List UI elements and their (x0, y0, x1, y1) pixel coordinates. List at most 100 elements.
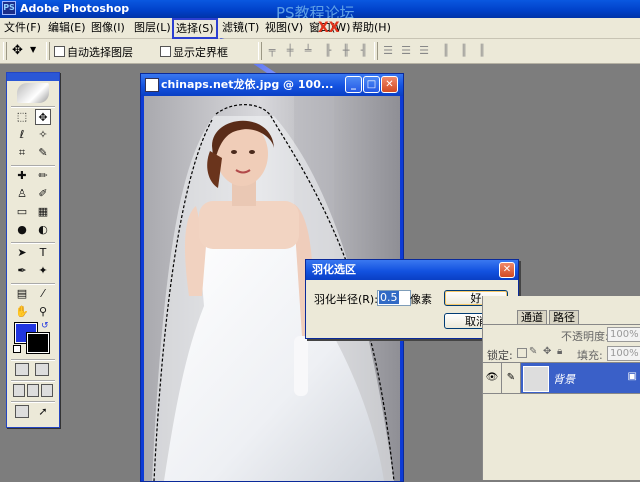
photoshop-logo-icon: PS (2, 1, 16, 15)
full-screen-mode-icon[interactable] (41, 384, 53, 397)
distribute-hcenter-icon[interactable]: ║ (458, 45, 470, 57)
background-color-swatch[interactable] (26, 332, 50, 354)
lock-label: 锁定: (487, 349, 513, 362)
toolbox-header[interactable] (7, 73, 59, 81)
slice-tool-icon[interactable]: ✎ (35, 145, 51, 161)
healing-brush-tool-icon[interactable]: ✚ (14, 168, 30, 184)
blur-tool-icon[interactable]: ● (14, 222, 30, 238)
dialog-close-button[interactable]: ✕ (499, 262, 515, 278)
options-separator (46, 42, 50, 60)
tab-paths[interactable]: 路径 (549, 310, 579, 325)
menu-file[interactable]: 文件(F) (4, 21, 41, 35)
photoshop-feather-icon (17, 83, 49, 103)
type-tool-icon[interactable]: T (35, 245, 51, 261)
menu-edit[interactable]: 编辑(E) (48, 21, 86, 35)
align-right-icon[interactable]: ╢ (358, 45, 370, 57)
minimize-button[interactable]: _ (345, 76, 362, 93)
fill-label: 填充: (577, 349, 603, 362)
marquee-tool-icon[interactable]: ⬚ (14, 109, 30, 125)
gradient-tool-icon[interactable]: ▦ (35, 204, 51, 220)
edit-in-imageready-icon[interactable] (15, 405, 29, 418)
pen-tool-icon[interactable]: ✒ (14, 263, 30, 279)
toolbox-divider (11, 106, 55, 108)
menu-image[interactable]: 图像(I) (91, 21, 125, 35)
maximize-button[interactable]: □ (363, 76, 380, 93)
toolbox-divider (11, 359, 55, 361)
quick-mask-mode-icon[interactable] (35, 363, 49, 376)
lock-row: 锁定: ✎ ✥ 🔒︎ 填充: 100% (483, 346, 640, 362)
toolbox-divider (11, 242, 55, 244)
lock-all-icon[interactable]: 🔒︎ (557, 346, 562, 357)
brush-tool-icon[interactable]: ✏ (35, 168, 51, 184)
align-vcenter-icon[interactable]: ╪ (284, 45, 296, 57)
show-bounds-checkbox[interactable] (160, 46, 171, 57)
move-tool-icon[interactable]: ✥ (12, 43, 23, 58)
show-bounds-label: 显示定界框 (173, 46, 228, 59)
close-button[interactable]: ✕ (381, 76, 398, 93)
distribute-left-icon[interactable]: ║ (440, 45, 452, 57)
swap-colors-icon[interactable]: ↺ (41, 321, 49, 331)
document-title-bar[interactable]: chinaps.net龙依.jpg @ 100... _ □ ✕ (141, 74, 403, 96)
feather-radius-input[interactable]: 0.5 (377, 290, 411, 306)
shape-tool-icon[interactable]: ✦ (35, 263, 51, 279)
menu-help[interactable]: 帮助(H) (352, 21, 391, 35)
auto-select-checkbox[interactable] (54, 46, 65, 57)
toolbox-divider (11, 283, 55, 285)
align-top-icon[interactable]: ╤ (266, 45, 278, 57)
jump-to-imageready-icon[interactable]: ➚ (35, 404, 51, 420)
lock-image-icon[interactable]: ✎ (529, 346, 537, 357)
distribute-bottom-icon[interactable]: ☰ (418, 45, 430, 57)
dodge-tool-icon[interactable]: ◐ (35, 222, 51, 238)
align-hcenter-icon[interactable]: ╫ (340, 45, 352, 57)
feather-radius-label: 羽化半径(R): (314, 293, 378, 306)
tab-channels[interactable]: 通道 (517, 310, 547, 325)
dialog-title-bar[interactable]: 羽化选区 ✕ (306, 260, 518, 280)
hand-tool-icon[interactable]: ✋ (14, 304, 30, 320)
menu-layer[interactable]: 图层(L) (134, 21, 171, 35)
clone-stamp-tool-icon[interactable]: ♙ (14, 186, 30, 202)
crop-tool-icon[interactable]: ⌗ (14, 145, 30, 161)
eraser-tool-icon[interactable]: ▭ (14, 204, 30, 220)
toolbox: ⬚ ✥ ℓ ✧ ⌗ ✎ ✚ ✏ ♙ ✐ ▭ ▦ ● ◐ ➤ T ✒ ✦ ▤ ⁄ … (6, 72, 60, 428)
path-select-tool-icon[interactable]: ➤ (14, 245, 30, 261)
full-screen-menu-mode-icon[interactable] (27, 384, 39, 397)
standard-mode-icon[interactable] (15, 363, 29, 376)
auto-select-label: 自动选择图层 (67, 46, 133, 59)
opacity-row: 不透明度: 100% (483, 327, 640, 343)
toolbox-divider (11, 165, 55, 167)
move-tool-icon[interactable]: ✥ (35, 109, 51, 125)
lock-position-icon[interactable]: ✥ (543, 346, 551, 357)
align-bottom-icon[interactable]: ╧ (302, 45, 314, 57)
lasso-tool-icon[interactable]: ℓ (14, 127, 30, 143)
fill-input[interactable]: 100% (607, 346, 640, 361)
layer-row-background[interactable]: 👁︎ ✎ 背景 ▣ (483, 362, 640, 394)
distribute-vcenter-icon[interactable]: ☰ (400, 45, 412, 57)
layer-thumbnail (523, 366, 549, 392)
dialog-title: 羽化选区 (312, 263, 356, 276)
zoom-tool-icon[interactable]: ⚲ (35, 304, 51, 320)
options-grip[interactable] (3, 42, 7, 60)
layer-name: 背景 (553, 373, 575, 386)
eye-icon[interactable]: 👁︎ (483, 363, 502, 393)
history-brush-tool-icon[interactable]: ✐ (35, 186, 51, 202)
eyedropper-tool-icon[interactable]: ⁄ (35, 286, 51, 302)
lock-transparency-icon[interactable] (517, 348, 527, 358)
menu-filter[interactable]: 滤镜(T) (222, 21, 259, 35)
menu-view[interactable]: 视图(V) (265, 21, 303, 35)
toolbox-divider (11, 380, 55, 382)
magic-wand-tool-icon[interactable]: ✧ (35, 127, 51, 143)
toolbox-divider (11, 401, 55, 403)
opacity-input[interactable]: 100% (607, 327, 640, 342)
standard-screen-mode-icon[interactable] (13, 384, 25, 397)
notes-tool-icon[interactable]: ▤ (14, 286, 30, 302)
distribute-top-icon[interactable]: ☰ (382, 45, 394, 57)
app-title: Adobe Photoshop (20, 2, 130, 15)
watermark-mark: XX (318, 20, 340, 36)
options-bar: ✥ ▼ 自动选择图层 显示定界框 ╤ ╪ ╧ ╟ ╫ ╢ ☰ ☰ ☰ ║ ║ ║ (0, 39, 640, 64)
default-colors-icon[interactable] (13, 345, 21, 353)
chevron-down-icon[interactable]: ▼ (30, 45, 36, 54)
align-left-icon[interactable]: ╟ (322, 45, 334, 57)
document-title: chinaps.net龙依.jpg @ 100... (161, 78, 334, 91)
distribute-right-icon[interactable]: ║ (476, 45, 488, 57)
options-separator (374, 42, 378, 60)
